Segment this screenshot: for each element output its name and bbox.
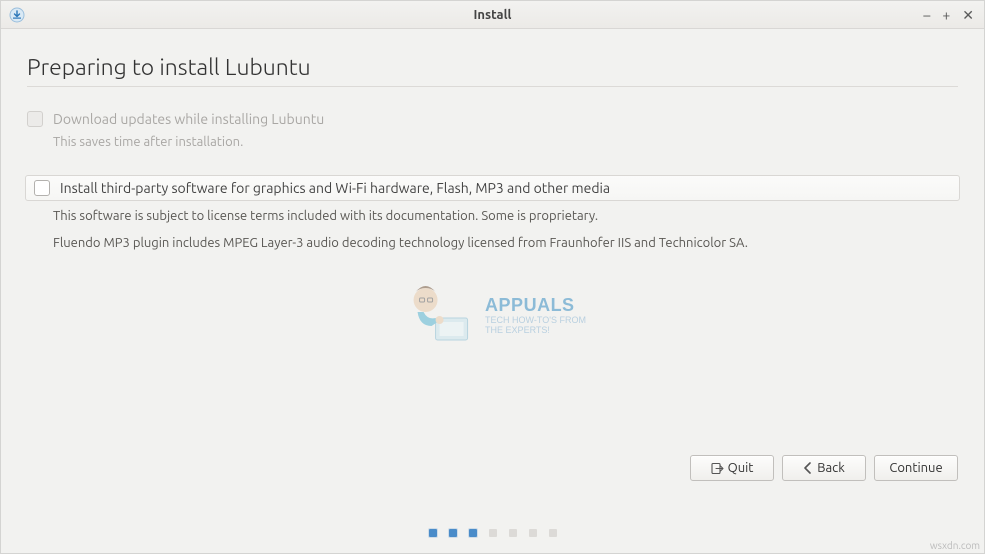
quit-label: Quit <box>728 461 754 475</box>
desc-thirdparty-2: Fluendo MP3 plugin includes MPEG Layer-3… <box>53 234 958 254</box>
content-area: Preparing to install Lubuntu Download up… <box>1 29 984 553</box>
minimize-button[interactable]: – <box>923 8 930 22</box>
continue-button[interactable]: Continue <box>874 455 958 481</box>
label-thirdparty: Install third-party software for graphic… <box>60 180 610 196</box>
option-download-updates: Download updates while installing Lubunt… <box>27 111 958 153</box>
close-button[interactable]: ✕ <box>962 8 974 22</box>
back-label: Back <box>817 461 845 475</box>
watermark-logo: APPUALS TECH HOW-TO'S FROM THE EXPERTS! <box>399 274 586 357</box>
step-dot-7 <box>549 529 557 537</box>
window-title: Install <box>1 8 984 22</box>
progress-indicator <box>1 529 984 537</box>
watermark-mascot-icon <box>399 274 479 357</box>
watermark-tagline-2: THE EXPERTS! <box>485 326 586 336</box>
checkbox-download-updates <box>27 111 43 127</box>
watermark-tagline-1: TECH HOW-TO'S FROM <box>485 316 586 326</box>
checkbox-thirdparty[interactable] <box>34 180 50 196</box>
continue-label: Continue <box>889 461 942 475</box>
label-download-updates: Download updates while installing Lubunt… <box>53 111 324 127</box>
watermark-brand: APPUALS <box>485 295 586 316</box>
source-label: wsxdn.com <box>930 540 980 551</box>
button-row: Quit Back Continue <box>690 455 958 481</box>
step-dot-4 <box>489 529 497 537</box>
install-window: Install – + ✕ Preparing to install Lubun… <box>0 0 985 554</box>
titlebar: Install – + ✕ <box>1 1 984 29</box>
desc-thirdparty-1: This software is subject to license term… <box>53 207 958 227</box>
quit-button[interactable]: Quit <box>690 455 774 481</box>
app-icon <box>9 7 25 23</box>
step-dot-5 <box>509 529 517 537</box>
step-dot-2 <box>449 529 457 537</box>
back-button[interactable]: Back <box>782 455 866 481</box>
desc-download-updates: This saves time after installation. <box>53 133 958 153</box>
page-title: Preparing to install Lubuntu <box>27 55 958 80</box>
step-dot-3 <box>469 529 477 537</box>
quit-icon <box>711 462 724 475</box>
step-dot-6 <box>529 529 537 537</box>
divider <box>27 86 958 87</box>
option-thirdparty: Install third-party software for graphic… <box>27 175 958 254</box>
back-icon <box>803 462 813 474</box>
step-dot-1 <box>429 529 437 537</box>
window-controls: – + ✕ <box>923 8 984 22</box>
maximize-button[interactable]: + <box>942 8 950 22</box>
thirdparty-row[interactable]: Install third-party software for graphic… <box>25 175 960 201</box>
